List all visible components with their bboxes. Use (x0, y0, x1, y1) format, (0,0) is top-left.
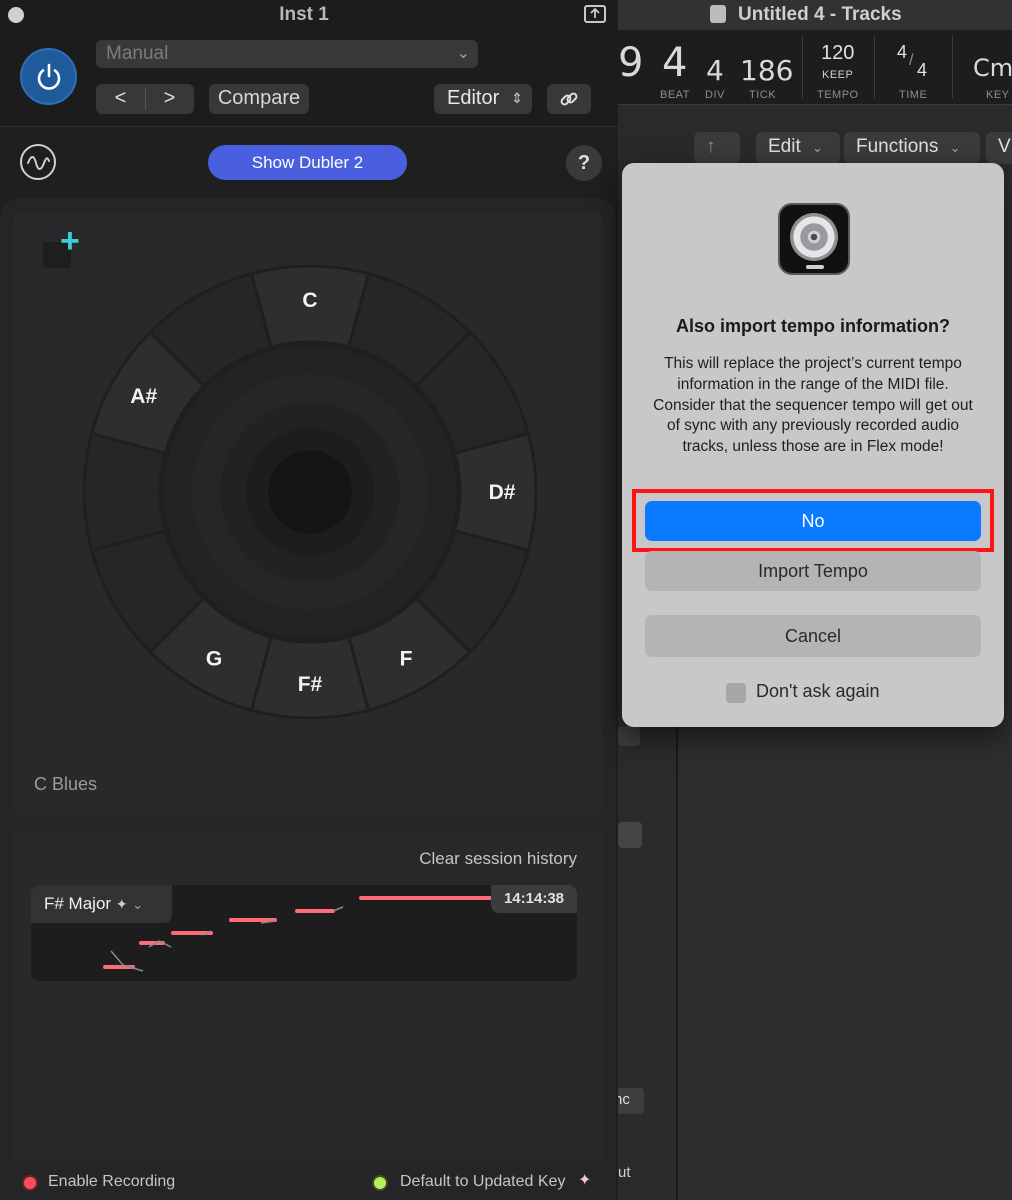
chevron-down-icon: ⌄ (812, 140, 823, 155)
scale-name: C Blues (34, 774, 98, 794)
clear-session-history-button[interactable]: Clear session history (419, 849, 577, 869)
lcd-beat: 4 (662, 40, 688, 86)
note-label-g: G (206, 647, 222, 670)
note-label-d-sharp: D# (489, 481, 516, 504)
preset-nav: < > (96, 84, 194, 114)
detected-key-select[interactable]: F# Major ✦ ⌄ (31, 885, 172, 923)
dialog-title: Also import tempo information? (676, 316, 950, 336)
plugin-subbar: Show Dubler 2 ? (0, 127, 618, 197)
note-label-a-sharp: A# (130, 385, 157, 408)
detected-key-label: F# Major (44, 894, 112, 913)
lcd-divider (952, 36, 953, 98)
default-updated-key-label[interactable]: Default to Updated Key (400, 1173, 565, 1191)
document-icon (710, 5, 726, 23)
lcd-time-den: 4 (917, 60, 928, 80)
scale-wheel-panel: + C D# F F# G A# C Blues (13, 212, 603, 816)
functions-menu[interactable]: Functions ⌄ (844, 132, 980, 164)
lcd-keep: KEEP (822, 69, 854, 81)
inspector-stub (618, 822, 642, 848)
functions-menu-label: Functions (856, 136, 939, 157)
plugin-header: Inst 1 Manual ⌄ < > Compare Editor ⇕ (0, 0, 618, 127)
session-timeline[interactable]: F# Major ✦ ⌄ 14:14:38 (31, 885, 577, 981)
up-down-chevron-icon: ⇕ (511, 90, 523, 106)
lcd-divider (874, 36, 875, 98)
lcd-label-tick: TICK (749, 89, 777, 101)
cancel-button[interactable]: Cancel (645, 615, 981, 657)
lcd-tempo: 120 (821, 42, 855, 64)
compare-button[interactable]: Compare (209, 84, 309, 114)
output-label: ut (618, 1164, 631, 1181)
show-dubler-button[interactable]: Show Dubler 2 (208, 145, 407, 180)
link-icon (560, 92, 578, 106)
view-menu-label: V (998, 136, 1011, 157)
import-tempo-dialog: Also import tempo information? This will… (622, 163, 1004, 727)
dialog-message: This will replace the project’s current … (653, 355, 973, 456)
expand-window-icon[interactable] (584, 5, 606, 23)
link-button[interactable] (547, 84, 591, 114)
lcd-label-key: KEY (986, 89, 1010, 101)
lcd-label-beat: BEAT (660, 89, 690, 101)
chevron-right-icon: > (163, 87, 176, 109)
logic-pro-disc (790, 213, 838, 261)
lcd-time-slash: / (909, 52, 914, 69)
import-tempo-button[interactable]: Import Tempo (645, 551, 981, 591)
dont-ask-again-label[interactable]: Don't ask again (756, 681, 880, 702)
note-wheel[interactable]: C D# F F# G A# (83, 265, 537, 719)
enable-recording-toggle[interactable] (22, 1175, 38, 1191)
lcd-label-div: DIV (705, 89, 725, 101)
lcd-divider (802, 36, 803, 98)
lcd-label-tempo: TEMPO (817, 89, 859, 101)
inspector-stub (618, 726, 640, 746)
chevron-down-icon: ⌄ (132, 897, 144, 912)
lcd-key: Cma (973, 54, 1012, 82)
chevron-down-icon: ⌄ (456, 45, 470, 62)
note-label-c: C (302, 289, 317, 312)
next-preset-button[interactable]: > (145, 84, 194, 114)
logic-pro-bar (806, 265, 824, 269)
logic-window-title: Untitled 4 - Tracks (738, 4, 902, 25)
question-icon[interactable]: ? (566, 145, 602, 181)
wheel-center (268, 450, 352, 534)
edit-menu-label: Edit (768, 136, 801, 157)
logic-title-bar: Untitled 4 - Tracks (618, 0, 1012, 30)
default-updated-key-toggle[interactable] (372, 1175, 388, 1191)
dont-ask-again-checkbox[interactable] (726, 683, 746, 703)
sync-button-label: nc (618, 1091, 630, 1108)
sparkle-icon: ✦ (115, 896, 128, 912)
chevron-down-icon: ⌄ (949, 140, 961, 155)
lcd-display[interactable]: 9 4 BEAT 4 DIV 186 TICK 120 KEEP TEMPO 4… (618, 30, 1012, 105)
up-arrow-icon: ↑ (706, 136, 716, 157)
lcd-tick: 186 (740, 54, 794, 87)
up-arrow-button[interactable]: ↑ (694, 132, 740, 164)
lcd-time-num: 4 (897, 42, 908, 62)
highlight-box (632, 489, 994, 552)
session-history-panel: Clear session history F# Major ✦ ⌄ 14:14… (13, 831, 603, 1161)
timestamp-badge: 14:14:38 (491, 885, 577, 913)
note-label-f: F (400, 647, 413, 670)
logic-pro-icon (778, 203, 850, 275)
plugin-footer: Enable Recording Default to Updated Key … (0, 1165, 618, 1200)
power-icon (37, 63, 61, 90)
add-scale-button[interactable]: + (43, 222, 80, 268)
enable-recording-label[interactable]: Enable Recording (48, 1173, 175, 1191)
view-menu[interactable]: V (986, 132, 1012, 164)
note-label-f-sharp: F# (298, 673, 323, 696)
sync-button[interactable]: nc (618, 1088, 644, 1114)
lcd-div: 4 (706, 54, 724, 87)
preset-select[interactable]: Manual ⌄ (96, 40, 478, 68)
view-mode-select[interactable]: Editor ⇕ (434, 84, 532, 114)
lcd-bar: 9 (618, 40, 644, 86)
plugin-window: Inst 1 Manual ⌄ < > Compare Editor ⇕ Sho… (0, 0, 618, 1200)
plugin-title: Inst 1 (279, 4, 329, 25)
lcd-label-time: TIME (899, 89, 928, 101)
power-button[interactable] (20, 48, 77, 105)
chevron-left-icon: < (114, 87, 127, 109)
view-mode-label: Editor (447, 87, 500, 109)
waveform-icon[interactable] (20, 144, 56, 180)
previous-preset-button[interactable]: < (96, 84, 145, 114)
plus-icon: + (60, 222, 80, 260)
sparkle-icon: ✦ (578, 1172, 592, 1189)
edit-menu[interactable]: Edit ⌄ (756, 132, 840, 164)
preset-value: Manual (106, 43, 169, 64)
